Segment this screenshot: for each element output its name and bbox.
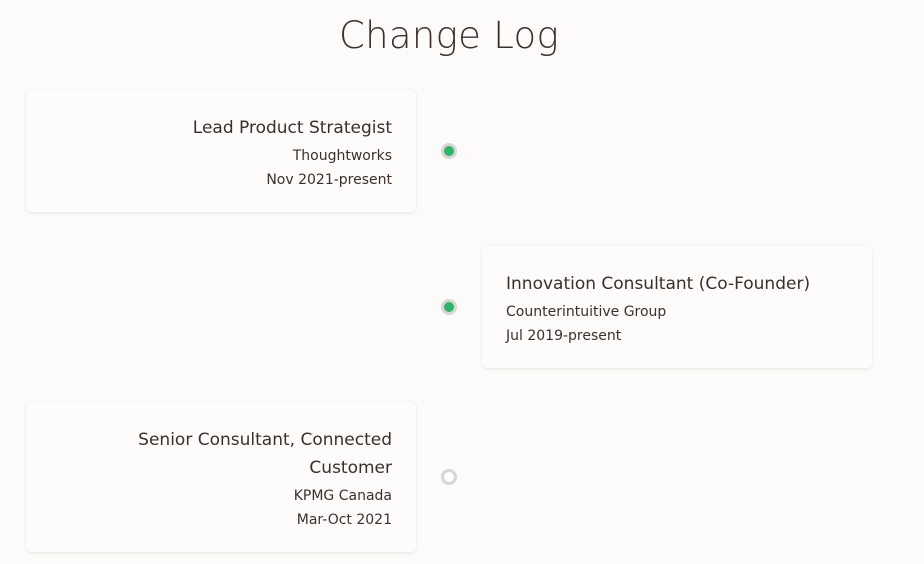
job-title: Innovation Consultant (Co-Founder) [506, 274, 811, 294]
company-name: KPMG Canada [293, 488, 392, 504]
date-range: Mar-Oct 2021 [296, 512, 392, 528]
status-dot-active [441, 299, 457, 315]
status-dot-active [441, 143, 457, 159]
timeline-card: Senior Consultant, Connected Customer KP… [26, 402, 416, 552]
company-name: Thoughtworks [292, 148, 392, 164]
timeline-card: Innovation Consultant (Co-Founder) Count… [482, 246, 872, 368]
timeline: Lead Product Strategist Thoughtworks Nov… [0, 0, 924, 564]
status-dot-inactive [441, 469, 457, 485]
timeline-card: Lead Product Strategist Thoughtworks Nov… [26, 90, 416, 212]
job-title: Lead Product Strategist [192, 118, 392, 138]
date-range: Nov 2021-present [266, 172, 392, 188]
company-name: Counterintuitive Group [506, 304, 667, 320]
job-title: Senior Consultant, Connected Customer [138, 430, 392, 478]
date-range: Jul 2019-present [506, 328, 622, 344]
